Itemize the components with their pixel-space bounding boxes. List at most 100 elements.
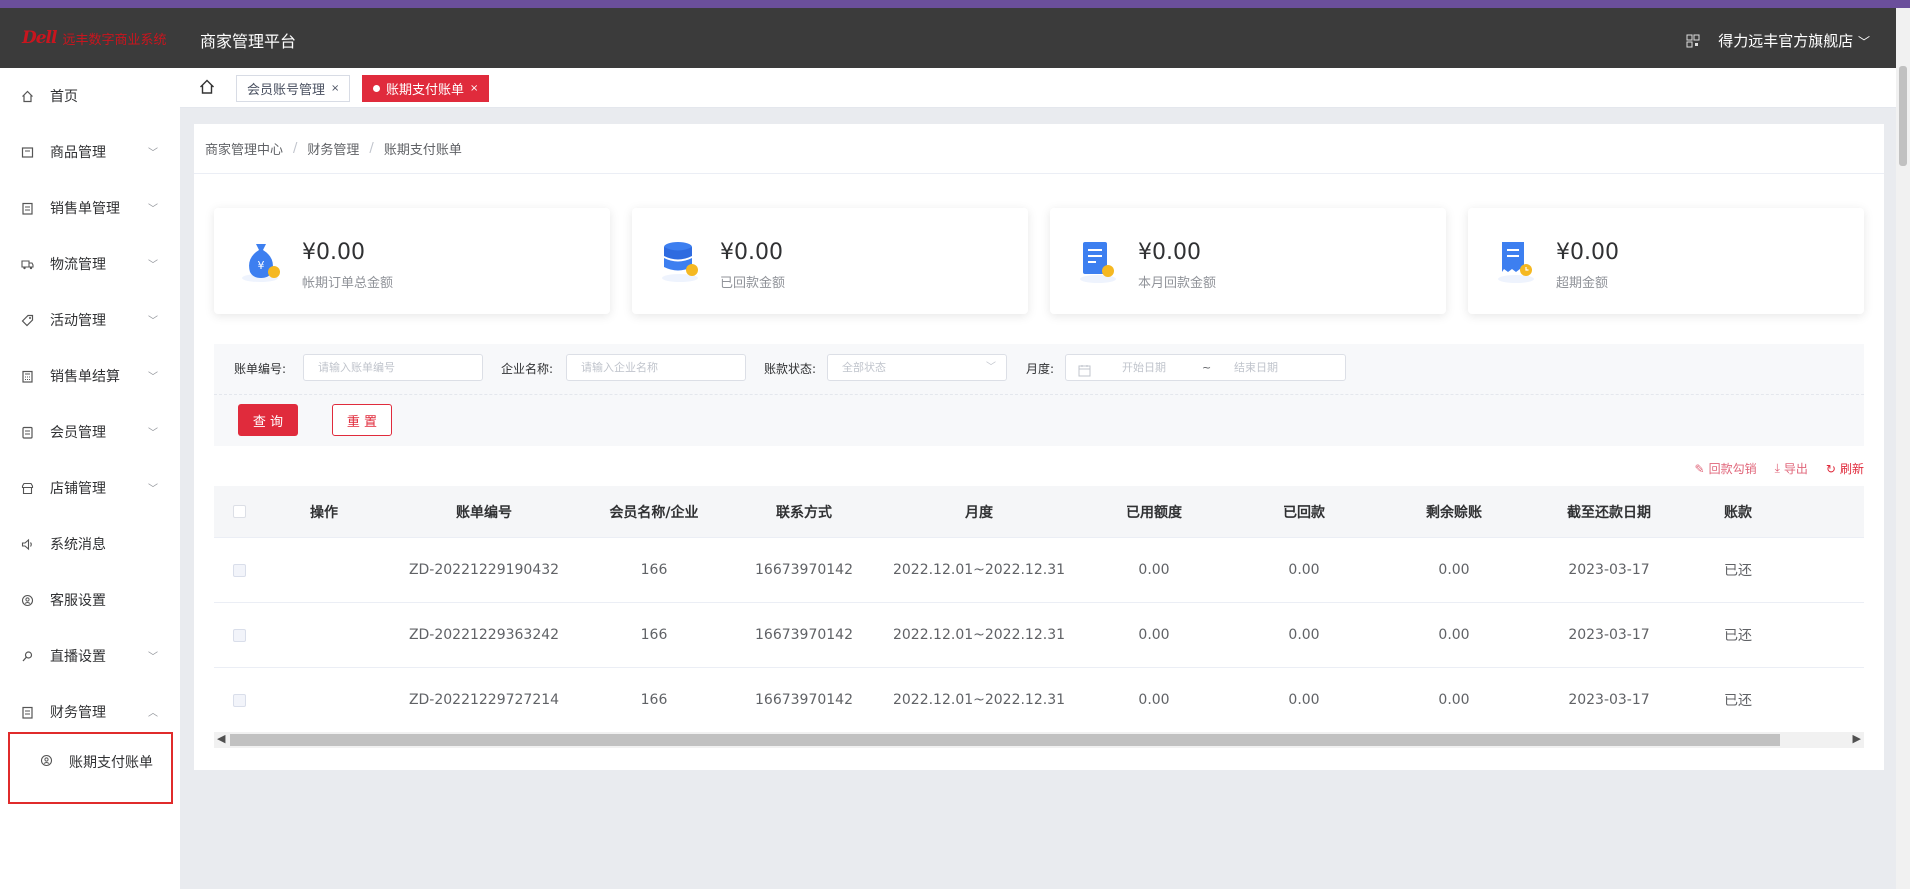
- sidebar-item-members[interactable]: 会员管理 ﹀: [0, 404, 180, 460]
- sidebar-item-sales-settlement[interactable]: 销售单结算 ﹀: [0, 348, 180, 404]
- export-label: 导出: [1783, 462, 1808, 476]
- remaining-cell: 0.00: [1438, 562, 1470, 578]
- table-toolbar: ✎ 回款勾销 ⤓ 导出 ↻ 刷新: [1695, 460, 1864, 477]
- home-tab-icon[interactable]: [198, 78, 216, 96]
- breadcrumb-item[interactable]: 商家管理中心: [205, 139, 283, 158]
- stat-label: 本月回款金额: [1138, 276, 1217, 291]
- bill-no-input[interactable]: 请输入账单编号: [303, 354, 483, 381]
- stat-card-month: ¥0.00 本月回款金额: [1050, 208, 1446, 314]
- bill-no-cell: ZD-20221229363242: [408, 627, 560, 643]
- confirm-label: 回款勾销: [1708, 462, 1757, 476]
- close-icon[interactable]: ×: [331, 83, 339, 94]
- export-button[interactable]: ⤓ 导出: [1775, 460, 1808, 477]
- submenu-item-period-bill[interactable]: 账期支付账单: [40, 752, 153, 772]
- row-checkbox[interactable]: [232, 563, 246, 577]
- contact-cell: 16673970142: [755, 692, 853, 708]
- confirm-button[interactable]: ✎ 回款勾销: [1695, 460, 1757, 477]
- select-all-checkbox[interactable]: [232, 505, 246, 518]
- breadcrumb-item[interactable]: 财务管理: [307, 139, 359, 158]
- sidebar-item-sales-orders[interactable]: 销售单管理 ﹀: [0, 180, 180, 236]
- support-icon: [20, 593, 34, 607]
- row-checkbox[interactable]: [232, 628, 246, 642]
- query-button[interactable]: 查 询: [238, 404, 298, 436]
- actions-cell: [264, 538, 384, 602]
- sidebar-item-store[interactable]: 店铺管理 ﹀: [0, 460, 180, 516]
- refresh-icon: ↻: [1825, 461, 1836, 476]
- download-icon: ⤓: [1774, 461, 1780, 475]
- chevron-down-icon: ﹀: [148, 316, 158, 327]
- stat-card-total: ¥ ¥0.00 帐期订单总金额: [214, 208, 610, 314]
- range-separator: ~: [1202, 361, 1212, 374]
- row-select-cell: [214, 603, 264, 667]
- tab-member-account[interactable]: 会员账号管理 ×: [236, 75, 351, 102]
- store-name-dropdown[interactable]: 得力远丰官方旗舰店 ﹀: [1718, 30, 1870, 51]
- start-date-input[interactable]: 开始日期: [1122, 355, 1166, 380]
- chevron-down-icon: ﹀: [148, 428, 158, 439]
- submenu-item-label: 账期支付账单: [69, 755, 153, 771]
- table-header: 操作 账单编号 会员名称/企业 联系方式 月度 已用额度 已回款 剩余赊账 截至…: [214, 486, 1864, 538]
- member-cell: 166: [640, 562, 668, 578]
- chevron-up-icon: ︿: [148, 708, 158, 719]
- sidebar-item-system-messages[interactable]: 系统消息: [0, 516, 180, 572]
- brand-logo[interactable]: Dell 远丰数字商业系统: [22, 28, 167, 48]
- money-bag-icon: ¥: [238, 236, 288, 286]
- sidebar-item-label: 物流管理: [50, 257, 106, 273]
- sidebar-item-activities[interactable]: 活动管理 ﹀: [0, 292, 180, 348]
- sidebar-item-label: 销售单结算: [50, 369, 120, 385]
- sidebar-item-goods[interactable]: 商品管理 ﹀: [0, 124, 180, 180]
- qrcode-icon[interactable]: [1686, 34, 1700, 48]
- sidebar-item-home[interactable]: 首页: [0, 68, 180, 124]
- row-checkbox[interactable]: [232, 693, 246, 707]
- sidebar-item-live[interactable]: 直播设置 ﹀: [0, 628, 180, 684]
- company-input[interactable]: 请输入企业名称: [566, 354, 746, 381]
- tab-label: 账期支付账单: [386, 83, 465, 98]
- filter-panel: 账单编号: 请输入账单编号 企业名称: 请输入企业名称 账款状态: 全部状态 ﹀…: [214, 344, 1864, 446]
- status-label: 账款状态:: [764, 362, 817, 376]
- status-cell: 已还: [1724, 563, 1752, 579]
- refresh-button[interactable]: ↻ 刷新: [1826, 460, 1864, 477]
- sidebar-item-label: 活动管理: [50, 313, 106, 329]
- chevron-down-icon: ﹀: [1857, 35, 1870, 49]
- receipt-clock-icon: [1492, 236, 1542, 286]
- used-cell: 0.00: [1138, 562, 1170, 578]
- sidebar-item-logistics[interactable]: 物流管理 ﹀: [0, 236, 180, 292]
- scrollbar-thumb[interactable]: [1899, 66, 1907, 166]
- column-header: 账单编号: [456, 504, 512, 521]
- actions-cell: [264, 668, 384, 732]
- sidebar-item-label: 店铺管理: [50, 481, 106, 497]
- column-header: 已回款: [1283, 504, 1325, 521]
- top-header: Dell 远丰数字商业系统 商家管理平台 得力远丰官方旗舰店 ﹀: [0, 8, 1910, 68]
- bill-no-label: 账单编号:: [234, 362, 287, 376]
- breadcrumb-separator: /: [369, 141, 374, 156]
- status-select[interactable]: 全部状态 ﹀: [827, 354, 1007, 381]
- stat-card-overdue: ¥0.00 超期金额: [1468, 208, 1864, 314]
- sidebar-item-customer-service[interactable]: 客服设置: [0, 572, 180, 628]
- used-cell: 0.00: [1138, 627, 1170, 643]
- refresh-label: 刷新: [1839, 462, 1864, 476]
- page-vertical-scrollbar[interactable]: [1896, 8, 1910, 889]
- scroll-left-icon[interactable]: ◀: [217, 732, 225, 745]
- table-row[interactable]: ZD-20221229727214 166 16673970142 2022.1…: [214, 668, 1864, 733]
- close-icon[interactable]: ×: [470, 83, 478, 94]
- active-dot-icon: [373, 85, 380, 92]
- end-date-input[interactable]: 结束日期: [1234, 355, 1278, 380]
- due-date-cell: 2023-03-17: [1568, 562, 1650, 578]
- remaining-cell: 0.00: [1438, 627, 1470, 643]
- reset-button[interactable]: 重 置: [332, 404, 392, 436]
- finance-icon: [20, 705, 34, 719]
- scroll-right-icon[interactable]: ▶: [1853, 732, 1861, 745]
- stat-amount: ¥0.00: [1556, 240, 1619, 265]
- edit-icon: ✎: [1694, 461, 1705, 476]
- sidebar-item-label: 客服设置: [50, 593, 106, 609]
- month-range-picker[interactable]: 开始日期 ~ 结束日期: [1065, 354, 1346, 381]
- table-horizontal-scrollbar[interactable]: ◀ ▶: [214, 732, 1864, 748]
- tab-period-bill[interactable]: 账期支付账单 ×: [362, 75, 490, 102]
- column-header: 会员名称/企业: [609, 504, 699, 521]
- sidebar-item-label: 销售单管理: [50, 201, 120, 217]
- chevron-down-icon: ﹀: [986, 362, 996, 373]
- breadcrumb-separator: /: [293, 141, 298, 156]
- table-row[interactable]: ZD-20221229363242 166 16673970142 2022.1…: [214, 603, 1864, 668]
- scrollbar-thumb[interactable]: [230, 734, 1780, 746]
- table-row[interactable]: ZD-20221229190432 166 16673970142 2022.1…: [214, 538, 1864, 603]
- clipboard-icon: [20, 201, 34, 215]
